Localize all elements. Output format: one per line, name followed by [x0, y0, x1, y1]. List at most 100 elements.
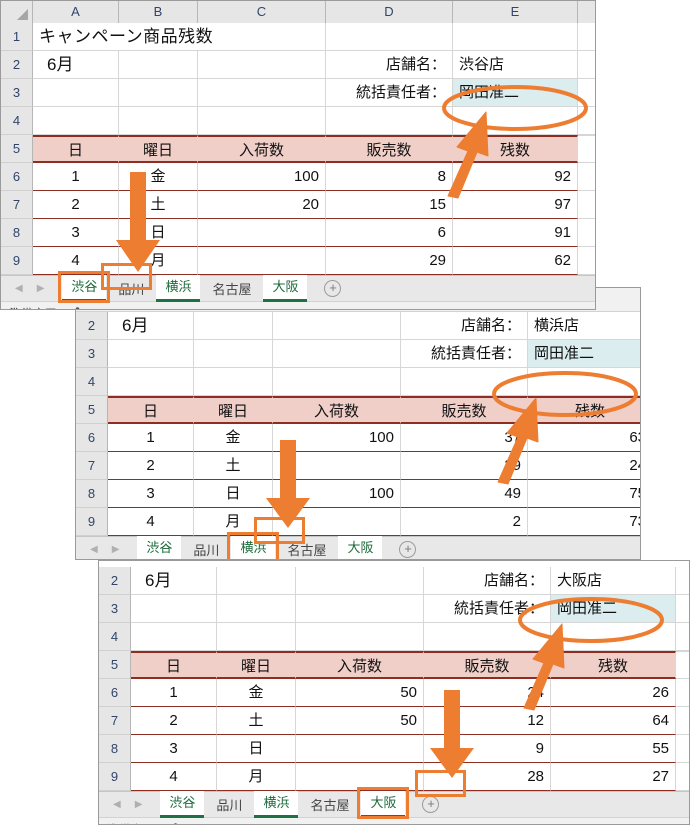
- cell-e4[interactable]: [551, 623, 676, 651]
- sheet-tab-osaka[interactable]: 大阪: [338, 535, 383, 559]
- row-header-8[interactable]: 8: [76, 480, 108, 508]
- sheet-tab-osaka[interactable]: 大阪: [263, 274, 308, 302]
- cell-a2-month[interactable]: 6月: [33, 51, 119, 79]
- cell-day[interactable]: 1: [108, 424, 194, 452]
- cell-sold[interactable]: 6: [326, 219, 453, 247]
- cell-f2[interactable]: [578, 51, 595, 79]
- row-header-9[interactable]: 9: [1, 247, 33, 275]
- cell-incoming[interactable]: 100: [273, 480, 401, 508]
- cell-c2[interactable]: [273, 312, 401, 340]
- column-header-d[interactable]: D: [326, 1, 453, 23]
- cell-d4[interactable]: [401, 368, 528, 396]
- cell-incoming[interactable]: 100: [273, 424, 401, 452]
- cell-remaining[interactable]: 63: [528, 424, 640, 452]
- sheet-tab-shibuya[interactable]: 渋谷: [160, 790, 205, 818]
- row-header-6[interactable]: 6: [99, 679, 131, 707]
- row-header-2[interactable]: 2: [1, 51, 33, 79]
- cell-remaining[interactable]: 73: [528, 508, 640, 536]
- sheet-tab-shibuya[interactable]: 渋谷: [137, 535, 182, 559]
- column-header-b[interactable]: B: [119, 1, 198, 23]
- cell-f5[interactable]: [676, 651, 689, 679]
- cell-b4[interactable]: [119, 107, 198, 135]
- cell-sold[interactable]: 12: [424, 707, 551, 735]
- cell-c4[interactable]: [296, 623, 424, 651]
- cell-day[interactable]: 2: [33, 191, 119, 219]
- row-header-7[interactable]: 7: [99, 707, 131, 735]
- row-header-4[interactable]: 4: [1, 107, 33, 135]
- th-weekday[interactable]: 曜日: [119, 135, 198, 163]
- cell-a3[interactable]: [108, 340, 194, 368]
- cell-incoming[interactable]: 50: [296, 707, 424, 735]
- cell-sold[interactable]: 28: [424, 763, 551, 791]
- cell-b3[interactable]: [194, 340, 273, 368]
- cell-d1[interactable]: [326, 23, 453, 51]
- row-header-6[interactable]: 6: [76, 424, 108, 452]
- cell-incoming[interactable]: [198, 247, 326, 275]
- cell-e2-store-name[interactable]: 大阪店: [551, 567, 676, 595]
- row-header-6[interactable]: 6: [1, 163, 33, 191]
- tab-nav-prev-icon[interactable]: ◀: [113, 792, 121, 818]
- sheet-tab-yokohama[interactable]: 横浜: [156, 274, 201, 302]
- cell-incoming[interactable]: [296, 735, 424, 763]
- cell-day[interactable]: 3: [108, 480, 194, 508]
- cell-b3[interactable]: [217, 595, 296, 623]
- cell-a1-title[interactable]: キャンペーン商品残数: [33, 23, 326, 51]
- th-weekday[interactable]: 曜日: [194, 396, 273, 424]
- cell-f4[interactable]: [676, 623, 689, 651]
- accessibility-icon[interactable]: [75, 307, 89, 309]
- excel-window-shibuya[interactable]: A B C D E 1 キャンペーン商品残数 2 6月 店舗名： 渋谷店 3 統…: [0, 0, 596, 310]
- cell-b3[interactable]: [119, 79, 198, 107]
- row-header-7[interactable]: 7: [1, 191, 33, 219]
- cell-f1[interactable]: [578, 23, 595, 51]
- cell-incoming[interactable]: 100: [198, 163, 326, 191]
- th-incoming[interactable]: 入荷数: [296, 651, 424, 679]
- cell-c4[interactable]: [273, 368, 401, 396]
- cell-c4[interactable]: [198, 107, 326, 135]
- sheet-tab-osaka[interactable]: 大阪: [357, 786, 410, 819]
- cell-e3-manager-name[interactable]: 岡田准二: [528, 340, 640, 368]
- excel-window-yokohama[interactable]: 2 6月 店舗名： 横浜店 3 統括責任者： 岡田准二 4 5 日 曜日 入荷数…: [75, 287, 641, 560]
- cell-remaining[interactable]: 27: [551, 763, 676, 791]
- cell-b4[interactable]: [217, 623, 296, 651]
- cell-a4[interactable]: [33, 107, 119, 135]
- cell-incoming[interactable]: 50: [296, 679, 424, 707]
- th-remaining[interactable]: 残数: [551, 651, 676, 679]
- sheet-tab-shinagawa[interactable]: 品川: [184, 539, 228, 560]
- cell-weekday[interactable]: 土: [119, 191, 198, 219]
- row-header-3[interactable]: 3: [76, 340, 108, 368]
- cell-remaining[interactable]: 64: [551, 707, 676, 735]
- cell-f8[interactable]: [578, 219, 595, 247]
- sheet-tab-nagoya[interactable]: 名古屋: [203, 278, 260, 302]
- sheet-tab-shibuya[interactable]: 渋谷: [58, 270, 111, 303]
- cell-a3[interactable]: [131, 595, 217, 623]
- cell-e4[interactable]: [453, 107, 578, 135]
- column-header-e[interactable]: E: [453, 1, 578, 23]
- column-header-f[interactable]: [578, 1, 595, 23]
- th-day[interactable]: 日: [108, 396, 194, 424]
- cell-f3[interactable]: [676, 595, 689, 623]
- cell-weekday[interactable]: 日: [217, 735, 296, 763]
- add-sheet-icon[interactable]: +: [422, 796, 440, 813]
- cell-incoming[interactable]: [273, 508, 401, 536]
- row-header-9[interactable]: 9: [99, 763, 131, 791]
- cell-remaining[interactable]: 91: [453, 219, 578, 247]
- row-header-2[interactable]: 2: [76, 312, 108, 340]
- th-incoming[interactable]: 入荷数: [273, 396, 401, 424]
- row-header-3[interactable]: 3: [99, 595, 131, 623]
- cell-weekday[interactable]: 日: [194, 480, 273, 508]
- cell-b4[interactable]: [194, 368, 273, 396]
- th-day[interactable]: 日: [33, 135, 119, 163]
- cell-d3-manager-label[interactable]: 統括責任者：: [401, 340, 528, 368]
- th-sold[interactable]: 販売数: [326, 135, 453, 163]
- th-sold[interactable]: 販売数: [424, 651, 551, 679]
- cell-day[interactable]: 4: [131, 763, 217, 791]
- cell-e3-manager-name[interactable]: 岡田准二: [453, 79, 578, 107]
- row-header-4[interactable]: 4: [99, 623, 131, 651]
- cell-weekday[interactable]: 土: [217, 707, 296, 735]
- cell-incoming[interactable]: [296, 763, 424, 791]
- th-incoming[interactable]: 入荷数: [198, 135, 326, 163]
- cell-weekday[interactable]: 金: [194, 424, 273, 452]
- sheet-tab-shinagawa[interactable]: 品川: [109, 278, 153, 302]
- cell-f8[interactable]: [676, 735, 689, 763]
- column-header-a[interactable]: A: [33, 1, 119, 23]
